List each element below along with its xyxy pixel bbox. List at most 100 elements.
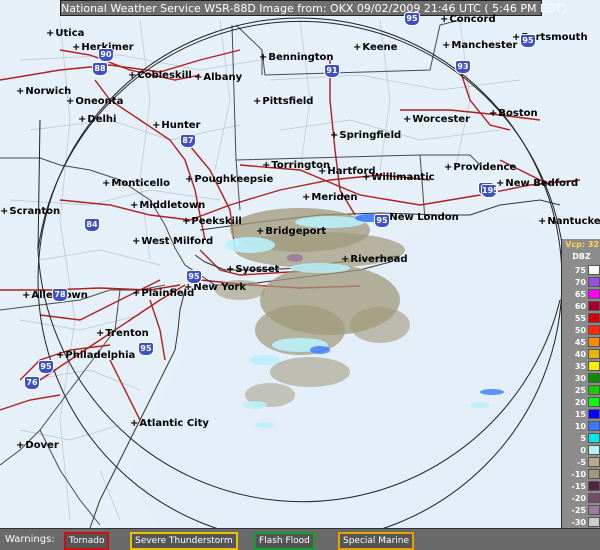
warnings-label: Warnings:: [5, 534, 55, 545]
city-manchester: +Manchester: [442, 40, 518, 51]
legend-level-swatch: [588, 301, 600, 311]
interstate-shield: 95: [374, 214, 390, 228]
interstate-shield: 84: [84, 218, 100, 232]
legend-product: Vcp: 32: [565, 240, 599, 249]
city-trenton: +Trenton: [96, 328, 149, 339]
legend-level-label: -15: [571, 482, 586, 491]
legend-level-swatch: [588, 469, 600, 479]
legend-level-swatch: [588, 493, 600, 503]
city-oneonta: +Oneonta: [66, 96, 124, 107]
legend-level: 30: [564, 373, 600, 384]
legend-level-swatch: [588, 289, 600, 299]
interstate-shield: 78: [52, 288, 68, 302]
reflectivity-legend: Vcp: 32 DBZ 75 70 65 60 55 50 45 40 35 30 25 20 15 10…: [561, 239, 600, 543]
legend-unit: DBZ: [572, 252, 591, 261]
legend-level-swatch: [588, 313, 600, 323]
legend-level-label: -10: [571, 470, 586, 479]
legend-level: 10: [564, 421, 600, 432]
legend-level-swatch: [588, 265, 600, 275]
city-middletown: +Middletown: [130, 200, 206, 211]
legend-level-label: 25: [574, 386, 586, 395]
legend-level-label: -20: [571, 494, 586, 503]
legend-level-label: -5: [577, 458, 586, 467]
interstate-shield: 76: [24, 376, 40, 390]
legend-level: 55: [564, 313, 600, 324]
interstate-shield: 95: [186, 270, 202, 284]
legend-level: 20: [564, 397, 600, 408]
city-cobleskill: +Cobleskill: [128, 70, 192, 81]
city-monticello: +Monticello: [102, 178, 170, 189]
legend-level-label: 20: [574, 398, 586, 407]
interstate-shield: 88: [92, 62, 108, 76]
city-scranton: +Scranton: [0, 206, 61, 217]
interstate-shield: 195: [481, 184, 499, 198]
legend-level-swatch: [588, 445, 600, 455]
legend-level: 45: [564, 337, 600, 348]
legend-level: 40: [564, 349, 600, 360]
city-hunter: +Hunter: [152, 120, 201, 131]
legend-level: -30: [564, 517, 600, 528]
legend-level-label: 55: [574, 314, 586, 323]
legend-level-swatch: [588, 505, 600, 515]
warning-severe-thunderstorm[interactable]: Severe Thunderstorm: [130, 532, 238, 550]
legend-level-label: 5: [580, 434, 586, 443]
city-poughkeepsie: +Poughkeepsie: [185, 174, 274, 185]
city-west-milford: +West Milford: [132, 236, 214, 247]
interstate-shield: 91: [324, 64, 340, 78]
city-bennington: +Bennington: [259, 52, 334, 63]
legend-level-label: -25: [571, 506, 586, 515]
city-philadelphia: +Philadelphia: [56, 350, 136, 361]
legend-level: 65: [564, 289, 600, 300]
legend-level: -25: [564, 505, 600, 516]
legend-level-swatch: [588, 337, 600, 347]
legend-level-swatch: [588, 421, 600, 431]
interstate-shield: 95: [520, 34, 536, 48]
city-albany: +Albany: [194, 72, 243, 83]
legend-level-swatch: [588, 433, 600, 443]
legend-level-swatch: [588, 277, 600, 287]
legend-level-label: 10: [574, 422, 586, 431]
legend-level-swatch: [588, 361, 600, 371]
radar-viewer: National Weather Service WSR-88D Image f…: [0, 0, 600, 550]
city-new-london: +New London: [380, 212, 459, 223]
legend-level-swatch: [588, 385, 600, 395]
city-keene: +Keene: [353, 42, 398, 53]
legend-level: 50: [564, 325, 600, 336]
city-meriden: +Meriden: [302, 192, 358, 203]
city-norwich: +Norwich: [16, 86, 72, 97]
interstate-shield: 95: [404, 12, 420, 26]
legend-level-label: 40: [574, 350, 586, 359]
legend-level-swatch: [588, 481, 600, 491]
warning-special-marine[interactable]: Special Marine: [338, 532, 415, 550]
city-willimantic: +Willimantic: [362, 172, 435, 183]
legend-level: 60: [564, 301, 600, 312]
city-bridgeport: +Bridgeport: [256, 226, 327, 237]
interstate-shield: 95: [138, 342, 154, 356]
city-nantucket: +Nantucket: [538, 216, 600, 227]
city-worcester: +Worcester: [403, 114, 471, 125]
legend-level: -15: [564, 481, 600, 492]
legend-level-label: 60: [574, 302, 586, 311]
legend-level-label: 65: [574, 290, 586, 299]
city-syosset: +Syosset: [226, 264, 280, 275]
city-new-bedford: +New Bedford: [496, 178, 579, 189]
city-delhi: +Delhi: [78, 114, 117, 125]
city-providence: +Providence: [444, 162, 517, 173]
radar-map[interactable]: [0, 0, 600, 550]
legend-level-label: 50: [574, 326, 586, 335]
city-springfield: +Springfield: [330, 130, 402, 141]
legend-level-label: 70: [574, 278, 586, 287]
interstate-shield: 90: [98, 48, 114, 62]
legend-level: 15: [564, 409, 600, 420]
legend-level-label: 45: [574, 338, 586, 347]
city-riverhead: +Riverhead: [341, 254, 408, 265]
warning-tornado[interactable]: Tornado: [64, 532, 110, 550]
city-boston: +Boston: [489, 108, 538, 119]
city-peekskill: +Peekskill: [182, 216, 242, 227]
warning-flash-flood[interactable]: Flash Flood: [254, 532, 315, 550]
interstate-shield: 95: [38, 360, 54, 374]
legend-level: -20: [564, 493, 600, 504]
interstate-shield: 93: [455, 60, 471, 74]
legend-level-label: 30: [574, 374, 586, 383]
legend-level-swatch: [588, 349, 600, 359]
